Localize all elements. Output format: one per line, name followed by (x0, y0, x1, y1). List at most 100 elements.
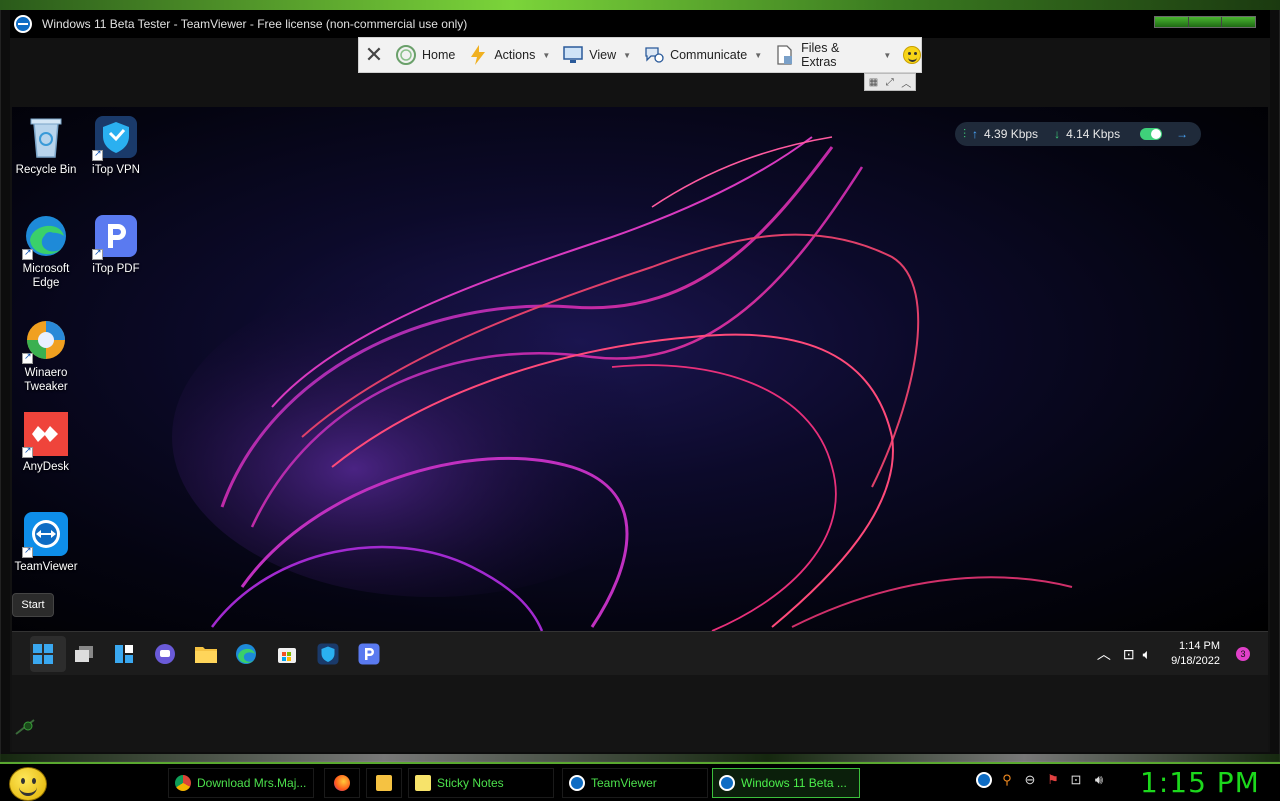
network-speed-widget[interactable]: ⫶ ↑ 4.39 Kbps ↓ 4.14 Kbps → (955, 122, 1201, 146)
actions-menu[interactable]: Actions ▼ (461, 38, 556, 72)
teamviewer-icon (569, 775, 585, 791)
window-title: Windows 11 Beta Tester - TeamViewer - Fr… (42, 17, 468, 31)
download-speed: 4.14 Kbps (1066, 127, 1121, 141)
show-hidden-icons-button[interactable]: ︿ (1097, 644, 1111, 664)
files-extras-menu[interactable]: Files & Extras ▼ (768, 38, 897, 72)
remote-taskbar: ︿ ⊡ 🔈︎ 1:14 PM 9/18/2022 3 (12, 631, 1268, 675)
desktop-icon-itop-pdf[interactable]: iTop PDF (81, 214, 151, 276)
window-top-border (0, 0, 1280, 10)
chat-icon (643, 44, 665, 66)
remote-control-toolbar: ✕ Home Actions ▼ View ▼ Communicate ▼ Fi… (358, 37, 922, 73)
toolbar-options: ▦ ⤢ ︿ (864, 73, 916, 91)
task-view-button[interactable] (72, 642, 96, 666)
fullscreen-icon[interactable]: ⤢ (886, 77, 894, 88)
taskbar-itop-vpn-button[interactable] (316, 642, 340, 666)
start-smiley-icon[interactable] (9, 767, 47, 801)
window-controls (1154, 16, 1256, 28)
download-arrow-icon: ↓ (1054, 127, 1061, 141)
desktop-icon-label: iTop PDF (92, 263, 140, 275)
desktop-icon-itop-vpn[interactable]: iTop VPN (81, 115, 151, 177)
remote-system-tray: ︿ ⊡ 🔈︎ 1:14 PM 9/18/2022 3 (1097, 632, 1268, 676)
feedback-smiley-icon[interactable] (903, 46, 921, 64)
lightning-icon (467, 44, 489, 66)
view-menu[interactable]: View ▼ (556, 38, 637, 72)
chevron-down-icon: ▼ (542, 50, 551, 60)
firefox-icon (334, 775, 350, 791)
view-label: View (589, 48, 617, 62)
close-button[interactable] (1222, 17, 1256, 27)
home-icon (395, 44, 417, 66)
remote-date: 9/18/2022 (1171, 655, 1220, 667)
host-clock[interactable]: 1:15 PM (1140, 766, 1260, 799)
desktop-icon-label: Microsoft Edge (22, 263, 70, 289)
microsoft-store-button[interactable] (275, 642, 299, 666)
communicate-menu[interactable]: Communicate ▼ (637, 38, 768, 72)
pdf-icon (358, 643, 380, 665)
collapse-toolbar-icon[interactable]: ︿ (901, 75, 911, 90)
desktop-icon-label: AnyDesk (22, 461, 70, 473)
itop-vpn-icon (92, 115, 138, 161)
remote-clock[interactable]: 1:14 PM 9/18/2022 (1171, 639, 1220, 669)
minus-circle-icon[interactable]: ⊖ (1022, 772, 1038, 788)
notification-badge[interactable]: 3 (1236, 647, 1250, 661)
upload-speed: 4.39 Kbps (984, 127, 1039, 141)
taskbar-item-explorer[interactable] (366, 768, 402, 798)
taskbar-item-sticky-notes[interactable]: Sticky Notes (408, 768, 554, 798)
chevron-down-icon: ▼ (883, 50, 892, 60)
taskbar-item-teamviewer[interactable]: TeamViewer (562, 768, 708, 798)
widgets-icon (115, 645, 133, 663)
teams-chat-button[interactable] (153, 642, 177, 666)
search-icon[interactable]: ⚲ (999, 772, 1015, 788)
desktop-icon-winaero-tweaker[interactable]: Winaero Tweaker (11, 318, 81, 394)
desktop-icon-teamviewer[interactable]: TeamViewer (11, 512, 81, 574)
taskbar-item-firefox[interactable] (324, 768, 360, 798)
files-icon (774, 44, 796, 66)
shortcut-arrow-icon (92, 247, 103, 260)
widgets-button[interactable] (112, 642, 136, 666)
desktop-icon-label: Recycle Bin (15, 164, 77, 176)
remote-desktop[interactable] (12, 107, 1268, 631)
shortcut-arrow-icon (22, 247, 33, 260)
taskbar-itop-pdf-button[interactable] (357, 642, 381, 666)
volume-icon[interactable]: 🔈︎ (1143, 646, 1151, 663)
window-titlebar[interactable]: Windows 11 Beta Tester - TeamViewer - Fr… (10, 10, 1270, 38)
file-explorer-button[interactable] (194, 642, 218, 666)
teamviewer-tray-icon[interactable] (976, 772, 992, 788)
volume-icon[interactable]: 🔊︎ (1091, 772, 1107, 788)
shortcut-arrow-icon (92, 148, 103, 161)
minimize-button[interactable] (1155, 17, 1189, 27)
expand-arrow-icon[interactable]: → (1176, 127, 1188, 141)
network-toggle[interactable] (1140, 128, 1163, 140)
desktop-icon-recycle-bin[interactable]: Recycle Bin (11, 115, 81, 177)
close-x-icon: ✕ (364, 42, 384, 68)
chat-icon (155, 644, 175, 664)
itop-pdf-icon (92, 214, 138, 260)
chrome-icon (175, 775, 191, 791)
maximize-button[interactable] (1188, 17, 1223, 27)
taskbar-item-windows11-session[interactable]: Windows 11 Beta ... (712, 768, 860, 798)
end-session-button[interactable]: ✕ (359, 38, 389, 72)
communicate-label: Communicate (670, 48, 748, 62)
network-icon[interactable]: ⊡ (1123, 646, 1135, 663)
desktop-icon-microsoft-edge[interactable]: Microsoft Edge (11, 214, 81, 290)
sticky-notes-icon (415, 775, 431, 791)
anydesk-icon (22, 412, 68, 458)
teamviewer-icon (719, 775, 735, 791)
taskbar-edge-button[interactable] (234, 642, 258, 666)
grid-icon[interactable]: ▦ (869, 77, 878, 88)
home-label: Home (422, 48, 456, 62)
taskbar-item-download[interactable]: Download Mrs.Maj... (168, 768, 314, 798)
shortcut-arrow-icon (22, 351, 33, 364)
upload-arrow-icon: ↑ (972, 127, 979, 141)
desktop-icon-anydesk[interactable]: AnyDesk (11, 412, 81, 474)
task-view-icon (75, 646, 93, 662)
network-icon[interactable]: ⊡ (1068, 772, 1084, 788)
desktop-icon-label: iTop VPN (92, 164, 140, 176)
folder-icon (376, 775, 392, 791)
home-menu[interactable]: Home (389, 38, 461, 72)
resize-grip-icon[interactable] (14, 718, 38, 736)
start-button[interactable] (31, 642, 55, 666)
security-flag-icon[interactable]: ⚑ (1045, 772, 1061, 788)
host-taskbar-border (0, 754, 1280, 762)
wallpaper-bloom (172, 136, 1073, 631)
